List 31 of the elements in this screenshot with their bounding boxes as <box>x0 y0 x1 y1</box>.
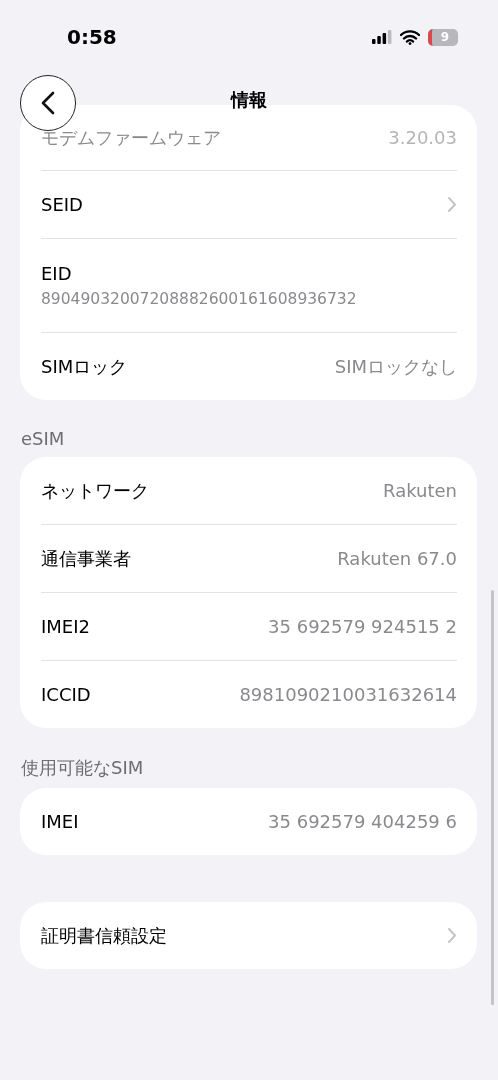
row-value: 35 692579 924515 2 <box>268 616 457 637</box>
signal-icon <box>372 30 392 44</box>
row-value: 3.20.03 <box>388 127 457 148</box>
chevron-icon <box>447 927 457 944</box>
row-label: IMEI2 <box>41 616 90 637</box>
back-icon <box>41 91 55 115</box>
row-label: EID <box>41 263 73 284</box>
nav-title: 情報 <box>231 89 267 110</box>
row-value: Rakuten 67.0 <box>337 548 457 569</box>
wifi-icon <box>400 29 420 45</box>
row-label: ネットワーク <box>41 478 149 503</box>
row-label: SIMロック <box>41 354 128 379</box>
back-button[interactable] <box>20 75 76 131</box>
row-label: IMEI <box>41 811 79 832</box>
section-header: eSIM <box>20 427 66 451</box>
section-header: 使用可能なSIM <box>20 756 145 780</box>
settings-link-row[interactable]: SEID <box>41 171 457 239</box>
chevron-icon <box>447 196 457 213</box>
settings-link-row[interactable]: 証明書信頼設定 <box>41 902 457 969</box>
row-value: 8981090210031632614 <box>239 684 457 705</box>
battery-icon: 9 <box>428 28 458 46</box>
row-label: SEID <box>41 194 83 215</box>
status-time: 0:58 <box>67 25 117 49</box>
row-value: 35 692579 404259 6 <box>268 811 457 832</box>
row-value: SIMロックなし <box>334 354 457 379</box>
row-value: 89049032007208882600161608936732 <box>41 290 358 308</box>
row-label: 通信事業者 <box>41 546 131 571</box>
row-value: Rakuten <box>383 480 457 501</box>
row-label: モデムファームウェア <box>41 125 221 150</box>
row-label: ICCID <box>41 684 91 705</box>
row-label: 証明書信頼設定 <box>41 923 167 948</box>
